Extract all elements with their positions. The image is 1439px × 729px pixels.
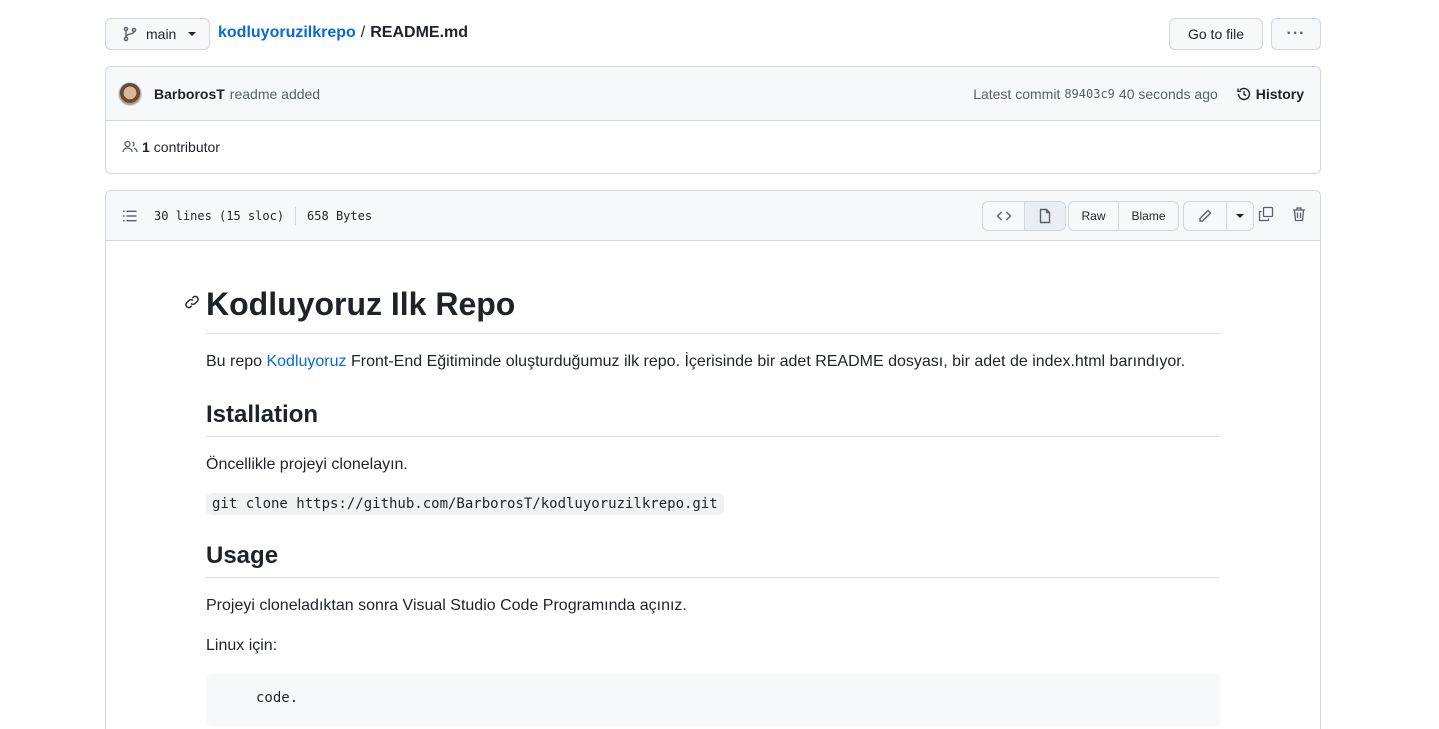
commit-message[interactable]: readme added — [230, 86, 320, 102]
link-icon[interactable] — [184, 294, 200, 310]
readme-content: Kodluyoruz Ilk Repo Bu repo Kodluyoruz F… — [185, 241, 1220, 726]
breadcrumb: kodluyoruzilkrepo / README.md — [218, 24, 468, 42]
contributor-label: contributor — [153, 139, 220, 155]
trash-icon[interactable] — [1291, 206, 1307, 222]
code-block: code. — [206, 674, 1220, 726]
intro-text-end: Front-End Eğitiminde oluşturduğumuz ilk … — [346, 353, 1186, 370]
raw-button[interactable]: Raw — [1069, 202, 1118, 230]
commit-header: BarborosT readme added Latest commit 894… — [106, 67, 1320, 121]
commit-box: BarborosT readme added Latest commit 894… — [105, 66, 1321, 174]
copy-icon[interactable] — [1258, 206, 1274, 222]
more-options-button[interactable]: ··· — [1271, 18, 1321, 50]
readme-title: Kodluyoruz Ilk Repo — [185, 284, 1220, 334]
latest-commit-info: Latest commit 89403c9 40 seconds ago His… — [973, 86, 1304, 102]
edit-file-button[interactable] — [1184, 202, 1226, 230]
git-branch-icon — [123, 26, 137, 42]
file-line-count: 30 lines (15 sloc) — [154, 208, 285, 223]
edit-options-dropdown[interactable] — [1226, 202, 1253, 230]
linux-label: Linux için: — [206, 637, 278, 654]
branch-select-button[interactable]: main — [105, 18, 210, 50]
installation-heading: Istallation — [206, 400, 1220, 437]
commit-sha-link[interactable]: 89403c9 — [1064, 87, 1115, 101]
file-icon — [1039, 208, 1051, 224]
file-header: 30 lines (15 sloc) 658 Bytes Raw Blame — [106, 191, 1320, 241]
divider — [295, 206, 297, 225]
raw-blame-group: Raw Blame — [1068, 201, 1179, 231]
latest-commit-label: Latest commit — [973, 85, 1061, 102]
edit-group — [1183, 201, 1254, 231]
chevron-down-icon — [188, 32, 197, 36]
commit-author-link[interactable]: BarborosT — [154, 86, 225, 102]
contributor-count: 1 — [142, 139, 150, 155]
usage-heading: Usage — [206, 541, 1220, 578]
code-view-button[interactable] — [983, 202, 1024, 230]
view-toggle — [982, 201, 1066, 231]
file-box: 30 lines (15 sloc) 658 Bytes Raw Blame K… — [105, 190, 1321, 729]
install-text: Öncellikle projeyi clonelayın. — [206, 456, 408, 473]
contributors-row[interactable]: 1 contributor — [106, 121, 1320, 173]
breadcrumb-separator: / — [360, 24, 366, 41]
clone-command: git clone https://github.com/BarborosT/k… — [206, 493, 724, 515]
breadcrumb-file: README.md — [370, 24, 469, 41]
blame-button[interactable]: Blame — [1118, 202, 1178, 230]
commit-time: 40 seconds ago — [1118, 85, 1218, 102]
chevron-down-icon — [1236, 214, 1244, 218]
readme-intro: Bu repo Kodluyoruz Front-End Eğitiminde … — [206, 350, 1220, 374]
history-icon — [1237, 87, 1250, 100]
code-icon — [996, 211, 1011, 221]
branch-name: main — [146, 26, 177, 42]
breadcrumb-repo-link[interactable]: kodluyoruzilkrepo — [218, 24, 356, 42]
intro-text-start: Bu repo — [206, 353, 267, 370]
readme-title-text: Kodluyoruz Ilk Repo — [206, 286, 516, 322]
history-link[interactable]: History — [1236, 86, 1304, 102]
go-to-file-button[interactable]: Go to file — [1169, 18, 1263, 50]
history-label: History — [1255, 85, 1304, 102]
people-icon — [122, 140, 138, 153]
code-command: code. — [256, 690, 299, 706]
kodluyoruz-link[interactable]: Kodluyoruz — [266, 353, 346, 370]
preview-view-button[interactable] — [1024, 202, 1065, 230]
outline-list-icon[interactable] — [122, 208, 138, 224]
file-size: 658 Bytes — [307, 208, 373, 223]
usage-text: Projeyi cloneladıktan sonra Visual Studi… — [206, 597, 687, 614]
file-info: 30 lines (15 sloc) 658 Bytes — [154, 206, 373, 225]
pencil-icon — [1199, 209, 1212, 222]
avatar[interactable] — [118, 81, 142, 106]
